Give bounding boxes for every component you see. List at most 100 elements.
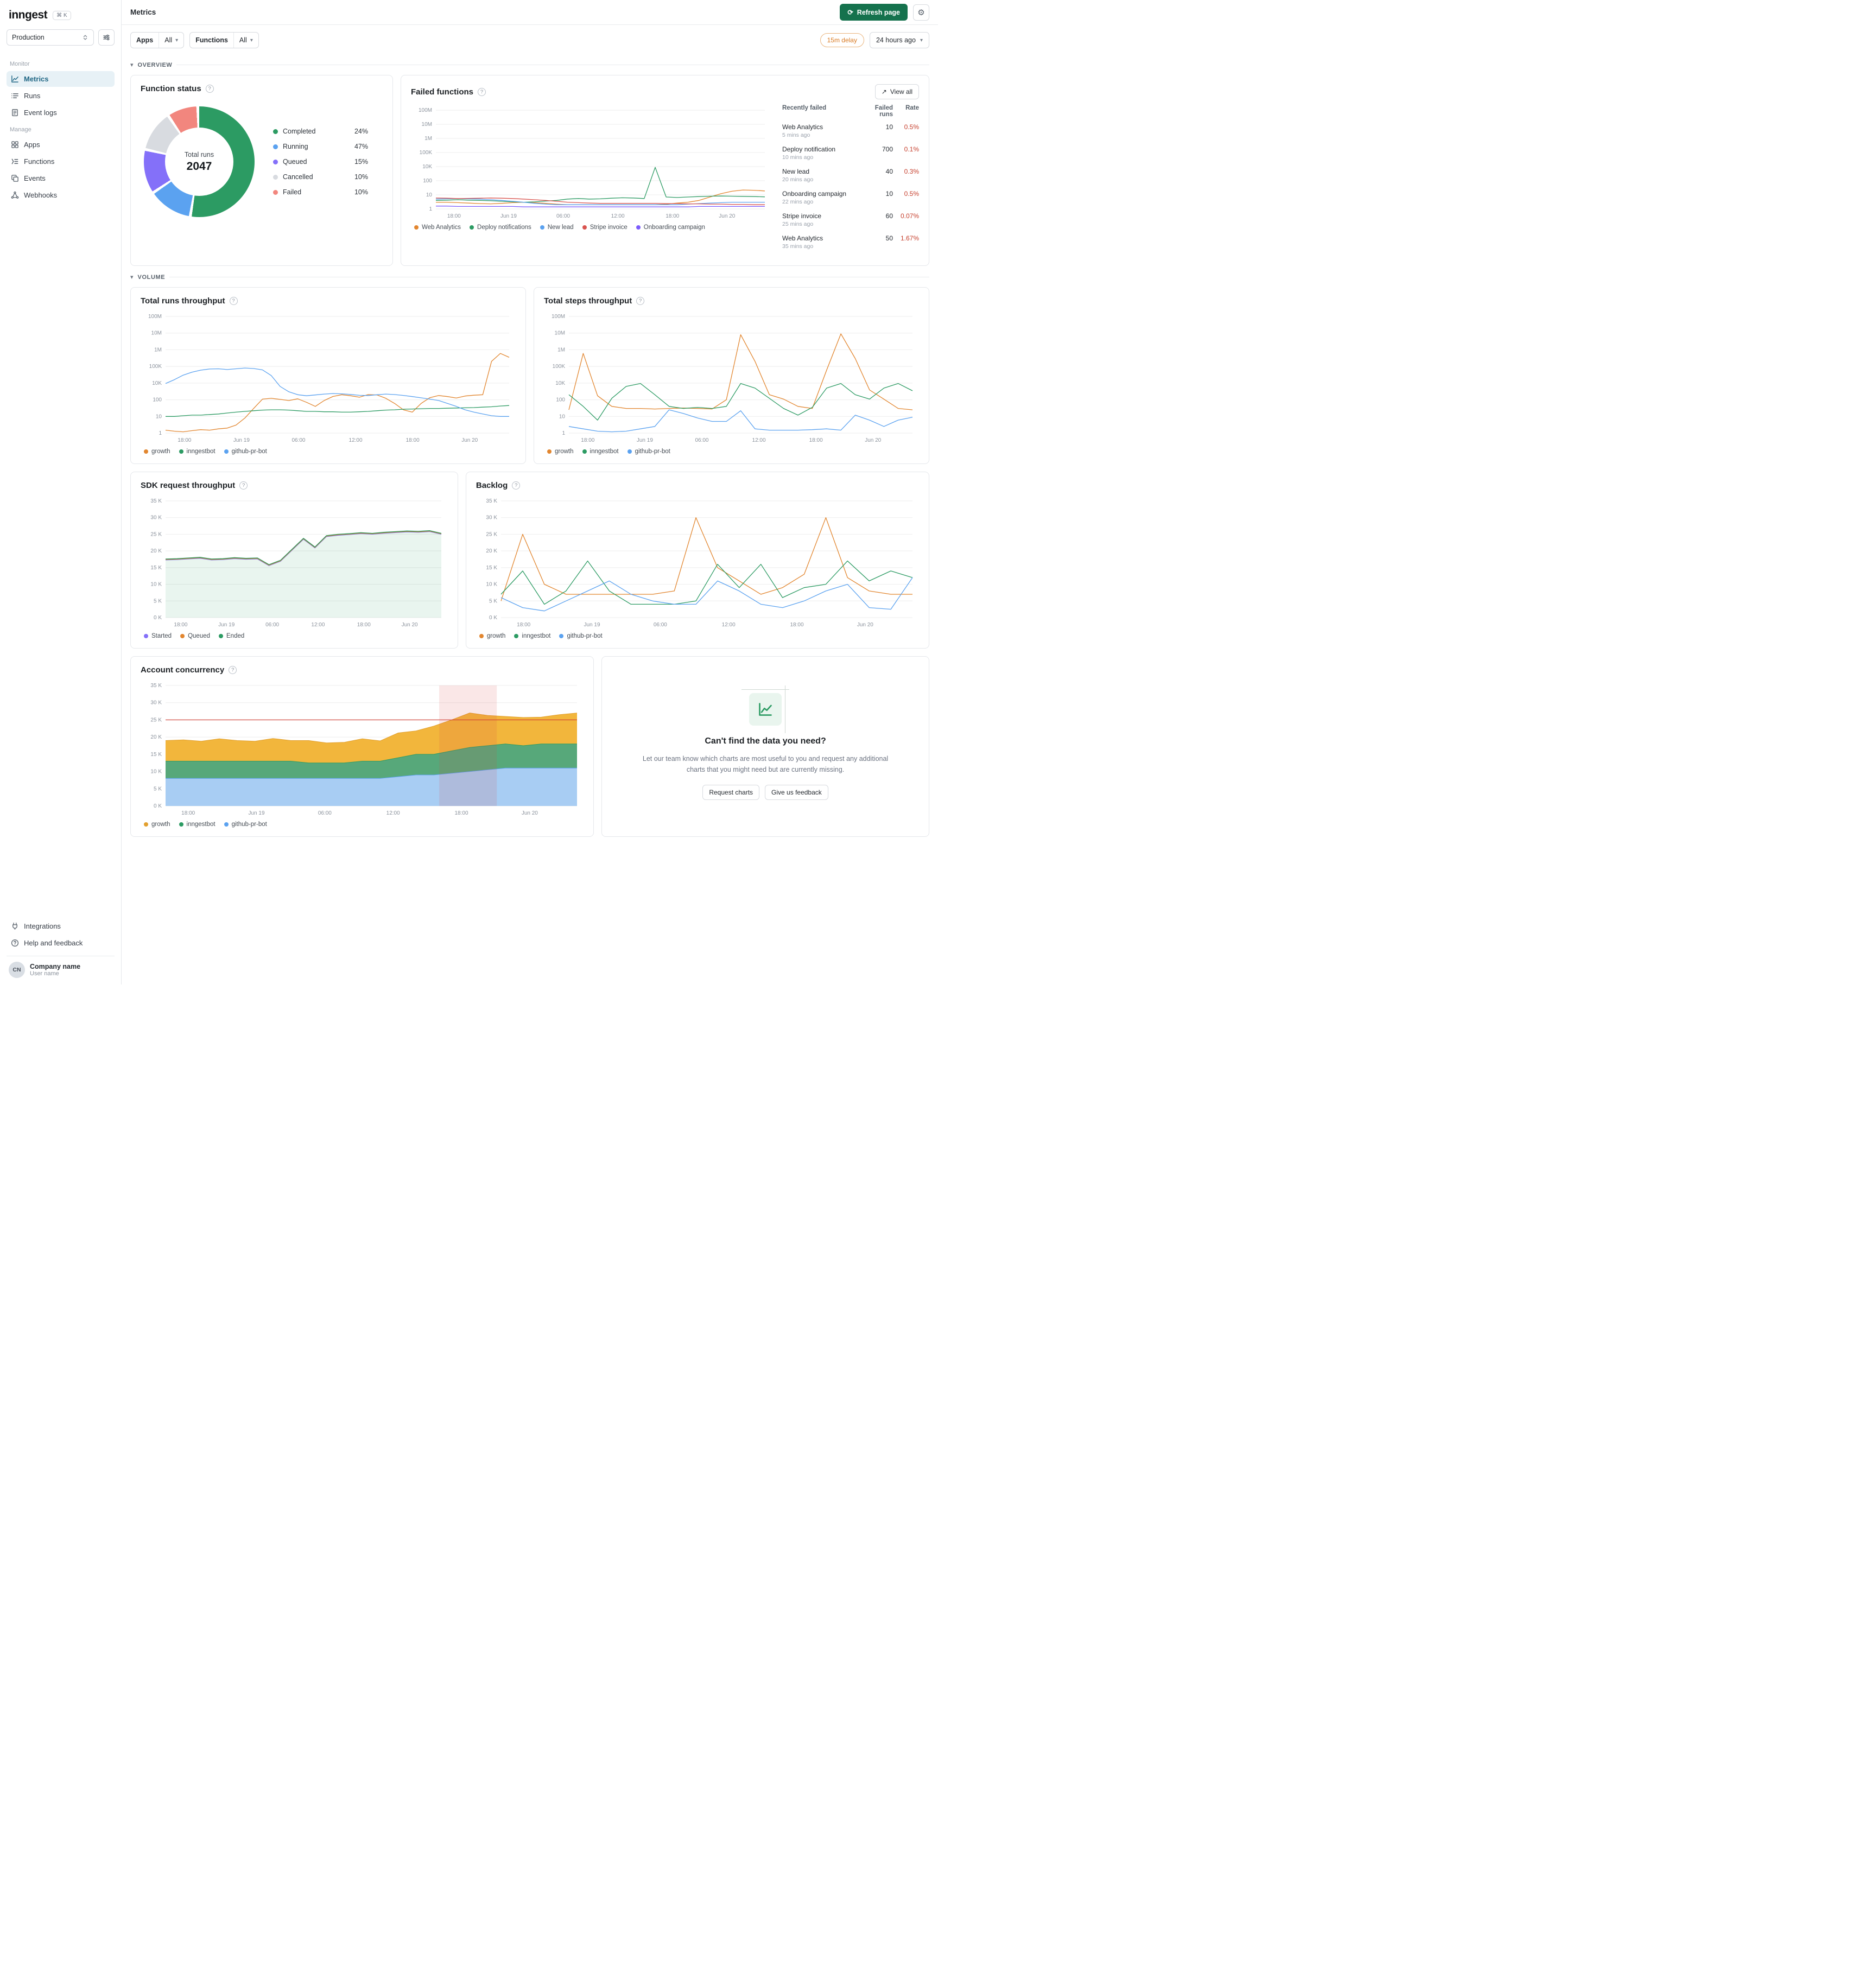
chart-legend: growth inngestbot github-pr-bot: [141, 448, 516, 455]
sidebar-item-apps[interactable]: Apps: [7, 137, 115, 153]
sidebar-item-runs[interactable]: Runs: [7, 88, 115, 104]
sidebar-item-help-feedback[interactable]: Help and feedback: [7, 935, 115, 951]
sidebar-item-webhooks[interactable]: Webhooks: [7, 187, 115, 203]
refresh-page-button[interactable]: ⟳ Refresh page: [840, 4, 908, 21]
legend-item: Stripe invoice: [582, 224, 628, 231]
svg-text:06:00: 06:00: [318, 810, 332, 816]
table-row[interactable]: Stripe invoice 25 mins ago 60 0.07%: [782, 212, 919, 227]
legend-item: github-pr-bot: [224, 821, 267, 828]
legend-item: Running 47%: [273, 143, 368, 150]
svg-text:35 K: 35 K: [486, 498, 497, 504]
failed-functions-chart: 1 10 100 10K 100K 1M 10M 100M 18:00 Jun 19 06:00 12…: [411, 105, 771, 220]
info-icon[interactable]: ?: [512, 481, 521, 490]
environment-select[interactable]: Production: [7, 29, 94, 46]
svg-text:30 K: 30 K: [150, 515, 162, 521]
sliders-icon: [103, 34, 110, 41]
sidebar-item-events[interactable]: Events: [7, 170, 115, 186]
view-all-button[interactable]: ↗ View all: [874, 84, 919, 99]
legend-item: Failed 10%: [273, 188, 368, 196]
sidebar-item-label: Apps: [24, 141, 40, 149]
section-header-volume[interactable]: ▾ VOLUME: [130, 274, 929, 281]
sidebar-item-metrics[interactable]: Metrics: [7, 71, 115, 87]
svg-text:18:00: 18:00: [447, 213, 461, 219]
table-row[interactable]: New lead 20 mins ago 40 0.3%: [782, 168, 919, 183]
table-row[interactable]: Web Analytics 35 mins ago 50 1.67%: [782, 234, 919, 250]
legend-item: Web Analytics: [414, 224, 461, 231]
donut-total-value: 2047: [186, 160, 212, 173]
svg-text:12:00: 12:00: [752, 437, 766, 443]
environment-value: Production: [12, 34, 45, 41]
svg-text:100M: 100M: [552, 314, 565, 320]
svg-text:10M: 10M: [555, 331, 565, 336]
legend-item: github-pr-bot: [224, 448, 267, 455]
svg-text:1M: 1M: [154, 347, 162, 353]
svg-text:100M: 100M: [148, 314, 162, 320]
legend-item: Deploy notifications: [470, 224, 531, 231]
svg-text:06:00: 06:00: [265, 622, 279, 628]
svg-text:10K: 10K: [152, 380, 162, 386]
chart-legend: growth inngestbot github-pr-bot: [544, 448, 919, 455]
info-icon[interactable]: ?: [239, 481, 248, 490]
table-row[interactable]: Onboarding campaign 22 mins ago 10 0.5%: [782, 190, 919, 205]
request-charts-button[interactable]: Request charts: [702, 784, 760, 800]
svg-text:15 K: 15 K: [150, 565, 162, 571]
functions-icon: [11, 157, 19, 166]
svg-text:15 K: 15 K: [150, 752, 162, 758]
legend-item: growth: [479, 633, 505, 639]
svg-text:18:00: 18:00: [454, 810, 468, 816]
svg-text:18:00: 18:00: [809, 437, 823, 443]
inngest-logo: inngest: [9, 9, 48, 21]
filter-bar: Apps All ▾ Functions All ▾ 15m delay 24 ho…: [122, 25, 938, 54]
apps-filter[interactable]: Apps All ▾: [130, 32, 185, 48]
donut-total-label: Total runs: [184, 150, 214, 158]
sidebar-item-event-logs[interactable]: Event logs: [7, 105, 115, 120]
chevron-down-icon: ▾: [175, 37, 179, 43]
chevron-down-icon: ▾: [250, 37, 253, 43]
svg-text:18:00: 18:00: [406, 437, 420, 443]
sidebar-item-functions[interactable]: Functions: [7, 154, 115, 169]
svg-text:25 K: 25 K: [486, 531, 497, 537]
give-feedback-button[interactable]: Give us feedback: [765, 784, 828, 800]
info-icon[interactable]: ?: [229, 666, 237, 674]
table-row[interactable]: Deploy notification 10 mins ago 700 0.1%: [782, 145, 919, 161]
legend-item: growth: [547, 448, 574, 455]
sidebar-item-label: Runs: [24, 92, 41, 100]
legend-item: New lead: [540, 224, 574, 231]
total-runs-chart: 1 10 100 10K 100K 1M 10M 100M 18:00 Jun 19 06:00 12…: [141, 311, 516, 444]
legend-item: inngestbot: [179, 821, 216, 828]
total-steps-throughput-card: Total steps throughput ? 1 10 100 10K 100K 1M…: [534, 287, 929, 464]
sidebar-item-integrations[interactable]: Integrations: [7, 918, 115, 934]
settings-gear-button[interactable]: ⚙: [913, 4, 929, 21]
runs-list-icon: [11, 92, 19, 100]
app-window: inngest ⌘ K Production Monitor Metrics R…: [0, 0, 938, 984]
svg-text:Jun 19: Jun 19: [584, 622, 600, 628]
svg-text:10: 10: [426, 192, 433, 198]
section-header-overview[interactable]: ▾ OVERVIEW: [130, 61, 929, 68]
info-icon[interactable]: ?: [636, 297, 645, 305]
environment-filter-button[interactable]: [98, 29, 115, 46]
svg-text:Jun 20: Jun 20: [461, 437, 478, 443]
info-icon[interactable]: ?: [205, 85, 214, 93]
function-status-card: Function status ? Total runs 2047 Comple…: [130, 75, 393, 266]
svg-text:0 K: 0 K: [154, 803, 162, 809]
info-icon[interactable]: ?: [478, 87, 486, 96]
sidebar-item-label: Webhooks: [24, 191, 58, 199]
functions-filter[interactable]: Functions All ▾: [189, 32, 259, 48]
user-name: User name: [30, 970, 59, 977]
command-k-shortcut[interactable]: ⌘ K: [53, 10, 71, 20]
svg-text:0 K: 0 K: [489, 615, 497, 621]
chart-legend: growth inngestbot github-pr-bot: [141, 821, 584, 828]
card-title: Total steps throughput: [544, 296, 632, 306]
svg-text:20 K: 20 K: [486, 548, 497, 554]
chart-line-icon: [11, 75, 19, 83]
avatar: CN: [9, 962, 25, 978]
svg-text:06:00: 06:00: [695, 437, 708, 443]
chart-legend: Web Analytics Deploy notifications New l…: [411, 224, 771, 231]
time-range-select[interactable]: 24 hours ago ▾: [869, 32, 929, 48]
info-icon[interactable]: ?: [229, 297, 238, 305]
table-row[interactable]: Web Analytics 5 mins ago 10 0.5%: [782, 123, 919, 138]
svg-text:15 K: 15 K: [486, 565, 497, 571]
account-menu[interactable]: CN Company name User name: [7, 956, 115, 979]
chevron-up-down-icon: [83, 35, 87, 40]
svg-text:10K: 10K: [422, 164, 432, 170]
